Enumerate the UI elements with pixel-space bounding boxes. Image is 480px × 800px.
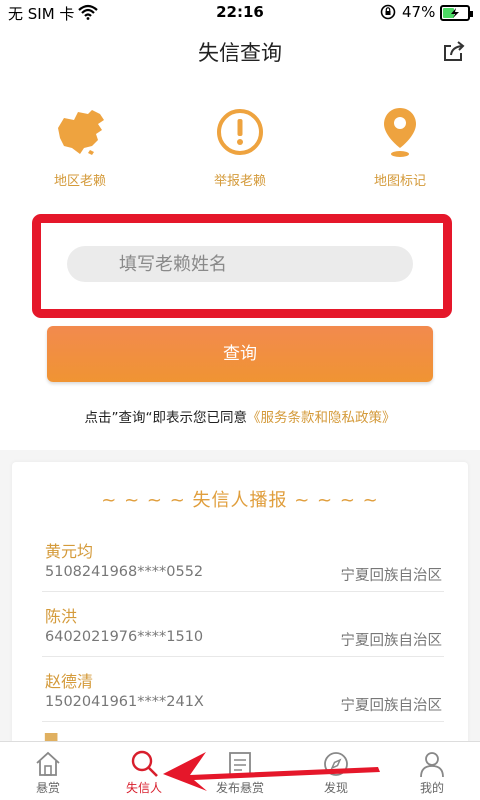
agreement-text: 点击”查询“即表示您已同意《服务条款和隐私政策》 [0,406,480,426]
list-item[interactable]: 赵德清 1502041961****241X 宁夏回族自治区 [42,658,444,722]
tab-mine[interactable]: 我的 [384,742,480,800]
document-icon [192,742,288,778]
battery-icon [440,5,473,21]
tab-bounty[interactable]: 悬赏 [0,742,96,800]
tab-label: 失信人 [125,781,162,795]
battery-percent: 47% [402,3,436,21]
person-icon [384,742,480,778]
navigation-bar: 失信查询 [0,26,480,76]
terms-link[interactable]: 《服务条款和隐私政策》 [247,410,396,426]
agreement-prefix: 点击”查询“即表示您已同意 [84,410,248,426]
feature-label: 地图标记 [373,174,426,189]
query-button[interactable]: 查询 [47,326,433,382]
home-icon [0,742,96,778]
defaulter-name: 赵德清 [45,672,94,691]
tab-discover[interactable]: 发现 [288,742,384,800]
china-map-icon [15,104,145,160]
defaulter-broadcast-card: ~ ~ ~ ~ 失信人播报 ~ ~ ~ ~ 黄元均 5108241968****… [12,462,468,752]
search-icon [96,742,192,778]
defaulter-region: 宁夏回族自治区 [340,698,443,714]
feature-map-mark[interactable]: 地图标记 [335,104,465,189]
name-search-input[interactable] [67,246,413,282]
tab-label: 发现 [323,781,348,795]
tab-defaulters[interactable]: 失信人 [96,742,192,800]
compass-icon [288,742,384,778]
defaulter-region: 宁夏回族自治区 [340,568,443,584]
orientation-lock-icon [380,4,396,24]
defaulter-name: 黄元均 [45,542,94,561]
tab-label: 发布悬赏 [215,781,264,795]
search-highlight-box [32,214,452,318]
defaulter-id: 5108241968****0552 [45,564,204,580]
defaulter-region: 宁夏回族自治区 [340,633,443,649]
search-section: 地区老赖 举报老赖 地图标记 查询 点击”查询“即表示您已同意《服务条款和隐私政… [0,76,480,450]
defaulter-id: 1502041961****241X [45,694,204,710]
share-icon[interactable] [442,39,466,67]
feature-label: 地区老赖 [53,174,106,189]
list-item[interactable]: 黄元均 5108241968****0552 宁夏回族自治区 [42,528,444,592]
defaulter-name: 陈洪 [45,607,78,626]
exclamation-circle-icon [175,104,305,160]
feature-label: 举报老赖 [213,174,266,189]
bottom-tab-bar: 悬赏 失信人 发布悬赏 发现 我的 [0,741,480,800]
page-title: 失信查询 [198,41,282,65]
defaulter-id: 6402021976****1510 [45,629,204,645]
tab-label: 我的 [419,781,444,795]
tab-label: 悬赏 [35,781,60,795]
status-bar: 无 SIM 卡 22:16 47% [0,0,480,26]
broadcast-title: ~ ~ ~ ~ 失信人播报 ~ ~ ~ ~ [101,490,379,511]
location-pin-icon [335,104,465,160]
tab-post-bounty[interactable]: 发布悬赏 [192,742,288,800]
feature-report-defaulter[interactable]: 举报老赖 [175,104,305,189]
list-item[interactable]: 陈洪 6402021976****1510 宁夏回族自治区 [42,593,444,657]
feature-region-defaulters[interactable]: 地区老赖 [15,104,145,189]
